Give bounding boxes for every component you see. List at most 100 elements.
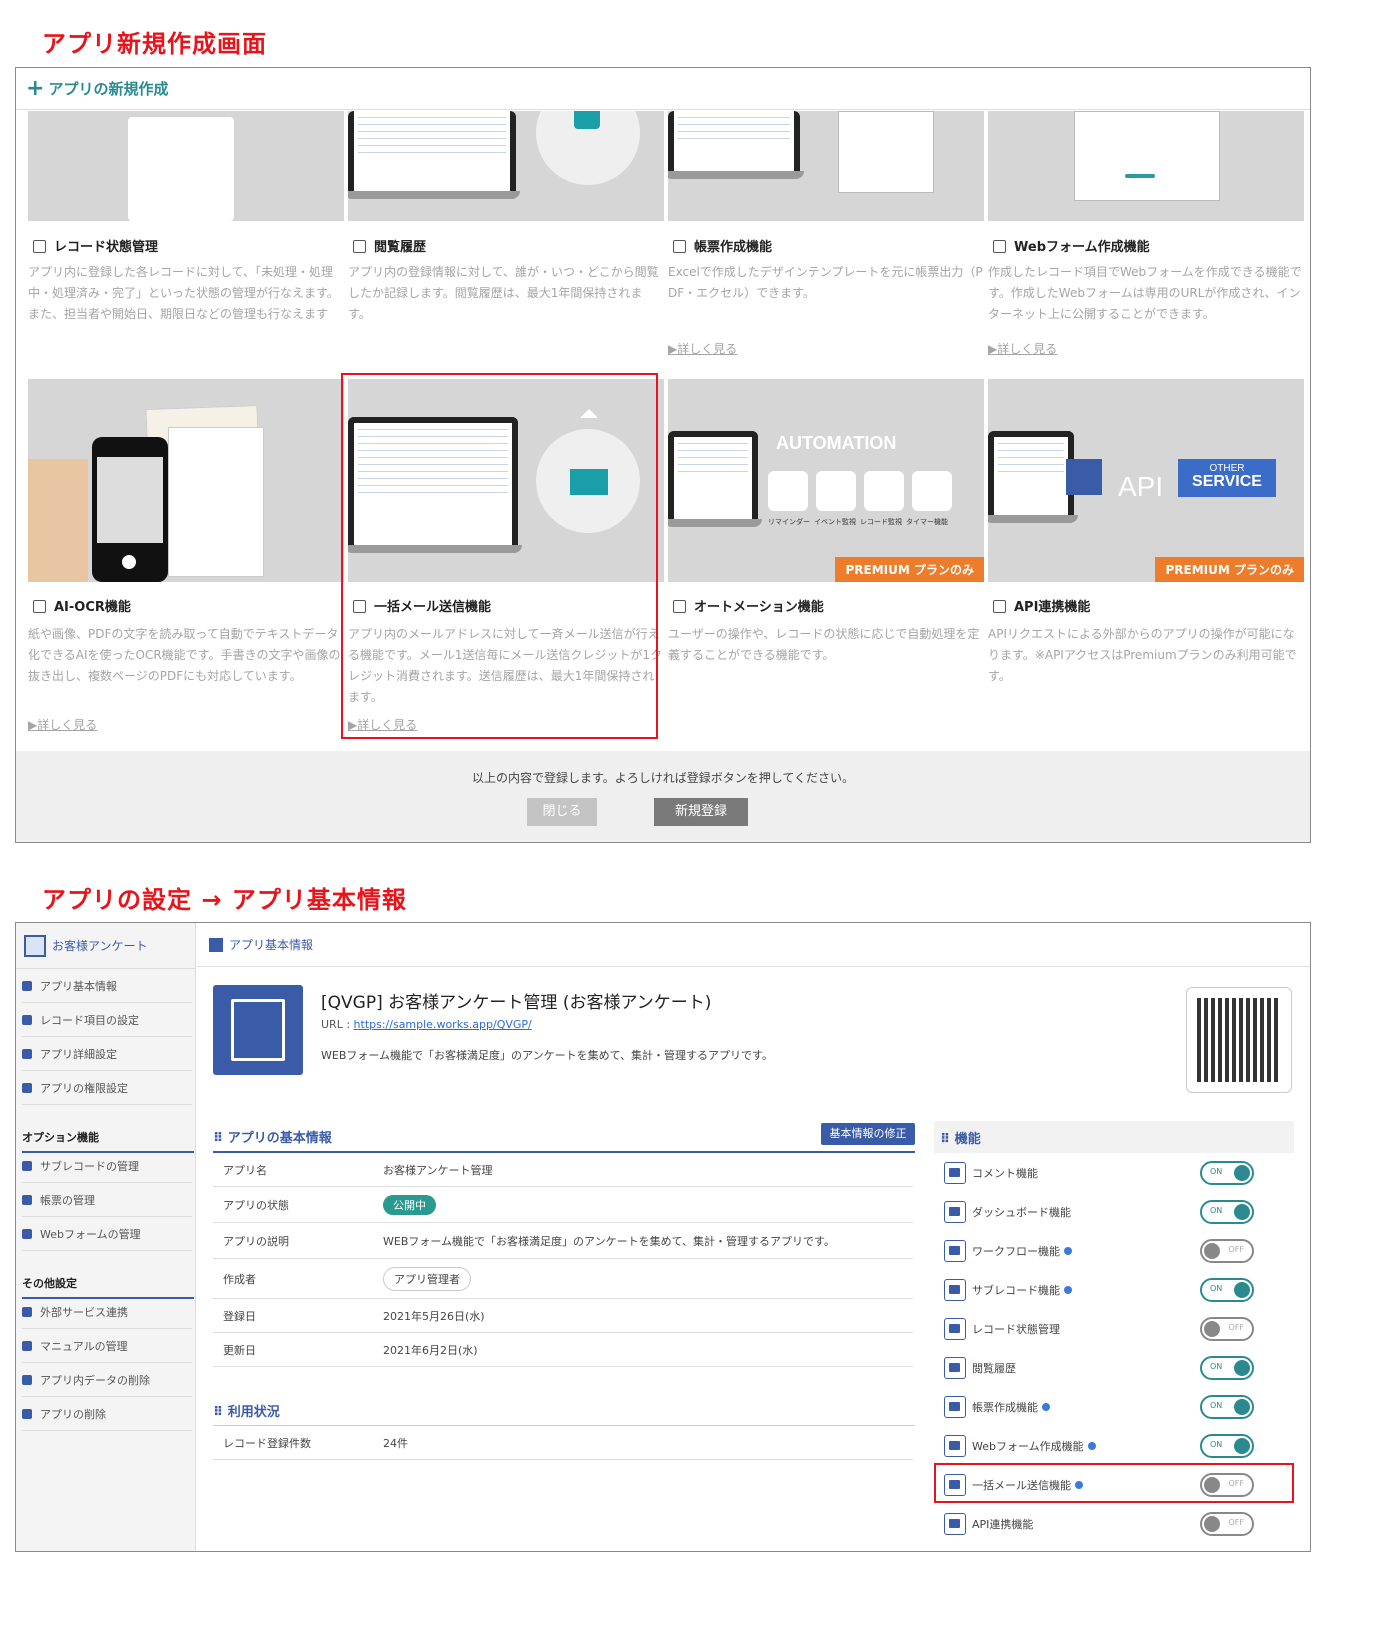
feature-api: API連携機能 OFF — [934, 1504, 1289, 1543]
info-icon[interactable] — [1042, 1402, 1050, 1411]
checkbox[interactable] — [673, 240, 686, 253]
highlight-bulk-mail-toggle — [934, 1463, 1294, 1503]
checkbox[interactable] — [353, 240, 366, 253]
history-icon — [944, 1356, 966, 1379]
card-title-view-history[interactable]: 閲覧履歴 — [353, 236, 426, 255]
card-desc: ユーザーの操作や、レコードの状態に応じで自動処理を定義することができる機能です。 — [668, 627, 980, 662]
app-url-link[interactable]: https://sample.works.app/QVGP/ — [354, 1018, 532, 1031]
sidebar-item-detail[interactable]: アプリ詳細設定 — [22, 1037, 192, 1071]
card-desc: アプリ内の登録情報に対して、誰が・いつ・どこから閲覧したか記録します。閲覧履歴は… — [348, 265, 659, 321]
premium-badge: PREMIUM プランのみ — [1155, 557, 1304, 582]
checkbox[interactable] — [33, 600, 46, 613]
thumb-api: API OTHER SERVICE PREMIUM プランのみ — [988, 379, 1304, 582]
info-icon[interactable] — [1087, 1441, 1096, 1450]
sidebar-item-delete-data[interactable]: アプリ内データの削除 — [22, 1363, 192, 1397]
toggle-api[interactable]: OFF — [1200, 1511, 1254, 1536]
sidebar-item-basic[interactable]: アプリ基本情報 — [22, 969, 192, 1003]
checkbox[interactable] — [673, 600, 686, 613]
printer-icon — [944, 1395, 966, 1418]
feature-subrecord: サブレコード機能 ON — [934, 1270, 1289, 1309]
toggle-record-status[interactable]: OFF — [1200, 1316, 1254, 1341]
settings-sidebar: お客様アンケート アプリ基本情報 レコード項目の設定 アプリ詳細設定 アプリの権… — [16, 923, 196, 1551]
features-head: ⠿ 機能 — [940, 1132, 981, 1147]
checkbox[interactable] — [993, 240, 1006, 253]
feature-record-status: レコード状態管理 OFF — [934, 1309, 1289, 1348]
sidebar-item-permission[interactable]: アプリの権限設定 — [22, 1071, 192, 1105]
card-title-record-status[interactable]: レコード状態管理 — [33, 236, 158, 255]
table-row: 作成者 アプリ管理者 — [213, 1259, 913, 1299]
thumb-record-status — [28, 111, 344, 221]
feature-report: 帳票作成機能 ON — [934, 1387, 1289, 1426]
card-title-api[interactable]: API連携機能 — [993, 596, 1090, 615]
toggle-report[interactable]: ON — [1200, 1394, 1254, 1419]
thumb-webform — [988, 111, 1304, 221]
table-row: 更新日 2021年6月2日(水) — [213, 1333, 913, 1367]
sidebar-item-report[interactable]: 帳票の管理 — [22, 1183, 192, 1217]
sidebar-item-manual[interactable]: マニュアルの管理 — [22, 1329, 192, 1363]
sidebar-item-subrecord[interactable]: サブレコードの管理 — [22, 1149, 192, 1183]
highlight-bulk-mail — [341, 373, 658, 739]
section-title-settings: アプリの設定 → アプリ基本情報 — [42, 886, 407, 914]
checkbox[interactable] — [993, 600, 1006, 613]
card-desc: アプリ内に登録した各レコードに対して、「未処理・処理中・処理済み・完了」といった… — [28, 265, 339, 321]
close-button[interactable]: 閉じる — [527, 798, 597, 826]
premium-badge: PREMIUM プランのみ — [835, 557, 984, 582]
toggle-webform[interactable]: ON — [1200, 1433, 1254, 1458]
footer-text: 以上の内容で登録します。よろしければ登録ボタンを押してください。 — [471, 771, 855, 785]
qr-code — [1186, 987, 1292, 1093]
breadcrumb: アプリ基本情報 — [197, 923, 1310, 967]
sidebar-item-external[interactable]: 外部サービス連携 — [22, 1295, 192, 1329]
more-link[interactable]: ▶詳しく見る — [668, 340, 737, 357]
feature-dashboard: ダッシュボード機能 ON — [934, 1192, 1289, 1231]
table-row: アプリの説明 WEBフォーム機能で「お客様満足度」のアンケートを集めて、集計・管理… — [213, 1223, 913, 1259]
sidebar-item-delete-app[interactable]: アプリの削除 — [22, 1397, 192, 1431]
dashboard-icon — [944, 1200, 966, 1223]
card-title-ai-ocr[interactable]: AI-OCR機能 — [33, 596, 131, 615]
app-icon — [24, 934, 46, 957]
thumb-report — [668, 111, 984, 221]
checkbox[interactable] — [33, 240, 46, 253]
feature-comment: コメント機能 ON — [934, 1153, 1289, 1192]
toggle-dashboard[interactable]: ON — [1200, 1199, 1254, 1224]
info-icon[interactable] — [1064, 1246, 1072, 1255]
card-title-webform[interactable]: Webフォーム作成機能 — [993, 236, 1150, 255]
toggle-subrecord[interactable]: ON — [1200, 1277, 1254, 1302]
other-service-badge: OTHER SERVICE — [1178, 459, 1276, 497]
card-title-automation[interactable]: オートメーション機能 — [673, 596, 824, 615]
basic-info-head: ⠿ アプリの基本情報 — [213, 1131, 332, 1146]
create-footer: 以上の内容で登録します。よろしければ登録ボタンを押してください。 閉じる 新規登… — [16, 751, 1310, 842]
workflow-icon — [944, 1239, 966, 1262]
card-title-report[interactable]: 帳票作成機能 — [673, 236, 772, 255]
app-short[interactable]: お客様アンケート — [16, 923, 196, 969]
toggle-comment[interactable]: ON — [1200, 1160, 1254, 1185]
feature-workflow: ワークフロー機能 OFF — [934, 1231, 1289, 1270]
automation-label: AUTOMATION — [776, 433, 897, 453]
app-url: URL : https://sample.works.app/QVGP/ — [321, 1018, 532, 1031]
more-link[interactable]: ▶詳しく見る — [988, 340, 1057, 357]
sidebar-item-fields[interactable]: レコード項目の設定 — [22, 1003, 192, 1037]
toggle-view-history[interactable]: ON — [1200, 1355, 1254, 1380]
status-badge: 公開中 — [383, 1194, 436, 1215]
usage-head: ⠿ 利用状況 — [213, 1405, 280, 1420]
edit-basic-button[interactable]: 基本情報の修正 — [821, 1123, 915, 1145]
app-title: [QVGP] お客様アンケート管理 (お客様アンケート) — [321, 993, 712, 1013]
card-desc: Excelで作成したデザインテンプレートを元に帳票出力（PDF・エクセル）できま… — [668, 265, 983, 300]
register-button[interactable]: 新規登録 — [654, 798, 748, 826]
form-icon — [944, 1434, 966, 1457]
thumb-view-history — [348, 111, 664, 221]
api-label: API — [1118, 471, 1164, 502]
sidebar-item-webform[interactable]: Webフォームの管理 — [22, 1217, 192, 1251]
create-panel-header: + アプリの新規作成 — [16, 68, 1310, 110]
info-icon[interactable] — [1064, 1285, 1072, 1294]
toggle-workflow[interactable]: OFF — [1200, 1238, 1254, 1263]
card-desc: 作成したレコード項目でWebフォームを作成できる機能です。作成したWebフォーム… — [988, 265, 1302, 321]
table-row: 登録日 2021年5月26日(水) — [213, 1299, 913, 1333]
table-row: アプリ名 お客様アンケート管理 — [213, 1153, 913, 1187]
info-icon — [209, 937, 223, 952]
more-link[interactable]: ▶詳しく見る — [28, 716, 97, 733]
status-icon — [944, 1317, 966, 1340]
section-title-create: アプリ新規作成画面 — [42, 30, 267, 58]
app-description: WEBフォーム機能で「お客様満足度」のアンケートを集めて、集計・管理するアプリで… — [321, 1049, 773, 1062]
table-row: アプリの状態 公開中 — [213, 1187, 913, 1223]
thumb-ai-ocr — [28, 379, 344, 582]
